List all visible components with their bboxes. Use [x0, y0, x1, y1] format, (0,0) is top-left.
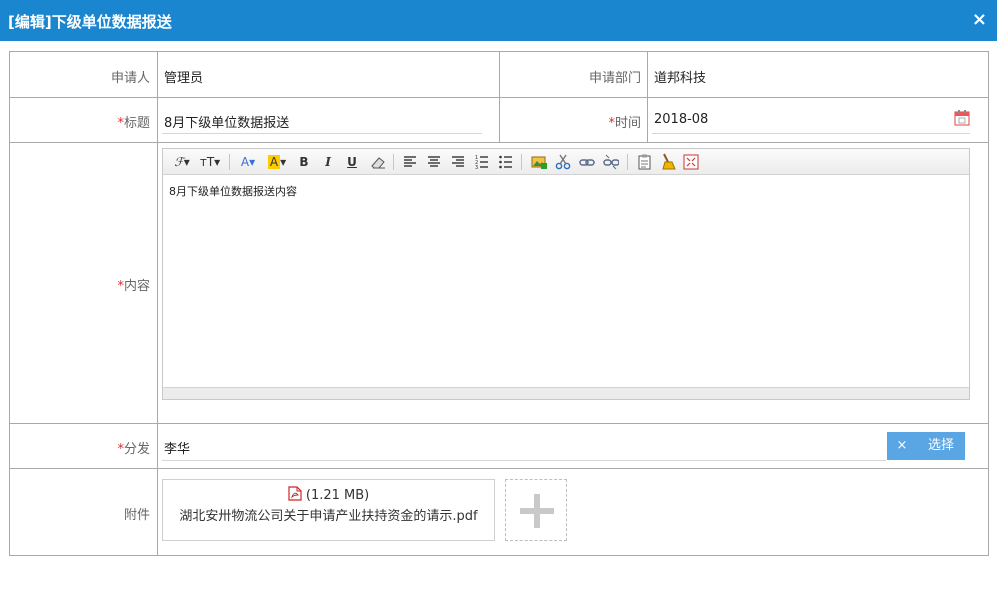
- applicant-label: 申请人: [110, 71, 150, 86]
- attachment-filename[interactable]: 湖北安卅物流公司关于申请产业扶持资金的请示.pdf: [163, 505, 494, 524]
- clean-icon[interactable]: [660, 153, 676, 171]
- time-input[interactable]: 2018-08: [654, 112, 708, 127]
- applicant-value: 管理员: [164, 71, 204, 86]
- editor-content[interactable]: 8月下级单位数据报送内容: [169, 183, 297, 199]
- paste-icon[interactable]: [637, 154, 653, 170]
- row-applicant: 申请人 管理员 申请部门 道邦科技: [10, 52, 988, 98]
- attachment-label: 附件: [123, 508, 150, 523]
- dialog-titlebar: [编辑]下级单位数据报送 ×: [0, 0, 997, 41]
- clear-button[interactable]: ×: [887, 432, 917, 460]
- distribute-input[interactable]: 李华: [164, 438, 190, 457]
- eraser-icon[interactable]: [370, 155, 386, 169]
- font-family-icon[interactable]: ℱ▾: [171, 154, 193, 170]
- italic-icon[interactable]: I: [321, 154, 335, 170]
- edit-form: 申请人 管理员 申请部门 道邦科技 *标题 8月下级单位数据报送 *时间 201…: [9, 51, 989, 556]
- dialog-title: [编辑]下级单位数据报送: [8, 13, 172, 31]
- align-center-icon[interactable]: [427, 155, 441, 169]
- attachment-meta: (1.21 MB): [163, 486, 494, 503]
- fullscreen-icon[interactable]: [683, 154, 699, 170]
- pdf-icon: [288, 486, 302, 501]
- cut-icon[interactable]: [555, 154, 571, 170]
- ordered-list-icon[interactable]: 123: [475, 155, 489, 169]
- select-button[interactable]: 选择: [917, 432, 965, 460]
- row-attachment: 附件 (1.21 MB) 湖北安卅物流公司关于申请产业扶持资金的请示.pdf: [10, 469, 988, 555]
- editor-toolbar: ℱ▾ ᴛT▾ A▾ A ▾ B I U 1 2 3: [163, 149, 969, 175]
- image-icon[interactable]: [531, 154, 547, 170]
- rich-text-editor[interactable]: ℱ▾ ᴛT▾ A▾ A ▾ B I U 1 2 3 8月下级单位数据报送内容: [162, 148, 970, 400]
- department-label: 申请部门: [588, 71, 641, 86]
- bold-icon[interactable]: B: [297, 154, 311, 170]
- link-icon[interactable]: [579, 154, 595, 170]
- attachment-size: (1.21 MB): [305, 488, 370, 503]
- row-distribute: *分发 李华 × 选择: [10, 424, 988, 469]
- distribute-label: *分发: [117, 442, 150, 457]
- subject-input[interactable]: 8月下级单位数据报送: [164, 112, 289, 131]
- align-left-icon[interactable]: [403, 155, 417, 169]
- content-label: *内容: [117, 279, 150, 294]
- editor-statusbar: [163, 387, 969, 399]
- underline-icon[interactable]: U: [345, 154, 359, 170]
- calendar-icon[interactable]: [954, 110, 970, 126]
- unlink-icon[interactable]: [603, 154, 619, 170]
- svg-text:3: 3: [475, 165, 478, 169]
- attachment-file-card[interactable]: (1.21 MB) 湖北安卅物流公司关于申请产业扶持资金的请示.pdf: [162, 479, 495, 541]
- align-right-icon[interactable]: [451, 155, 465, 169]
- subject-label: *标题: [117, 116, 150, 131]
- highlight-color-icon[interactable]: A ▾: [265, 154, 289, 170]
- font-color-icon[interactable]: A▾: [237, 154, 259, 170]
- font-size-icon[interactable]: ᴛT▾: [199, 154, 221, 170]
- department-value: 道邦科技: [654, 71, 707, 86]
- row-subject: *标题 8月下级单位数据报送 *时间 2018-08: [10, 98, 988, 143]
- plus-icon: [520, 494, 554, 528]
- close-icon[interactable]: ×: [972, 9, 987, 30]
- time-label: *时间: [608, 116, 641, 131]
- row-content: *内容 ℱ▾ ᴛT▾ A▾ A ▾ B I U 1 2 3 8月下级单位数据报送…: [10, 143, 988, 424]
- add-attachment-button[interactable]: [505, 479, 567, 541]
- unordered-list-icon[interactable]: [499, 155, 513, 169]
